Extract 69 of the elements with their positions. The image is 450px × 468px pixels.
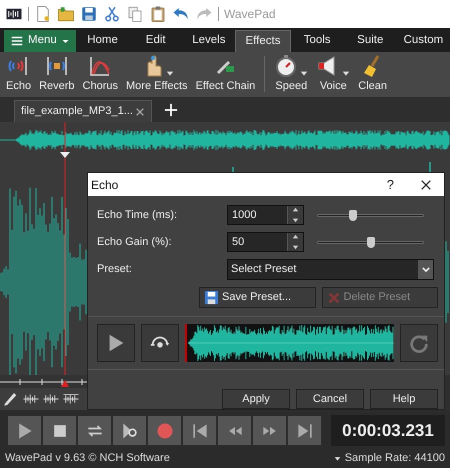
- help-button[interactable]: ?: [386, 174, 394, 194]
- save-preset-button[interactable]: Save Preset...: [199, 287, 316, 308]
- cut-icon[interactable]: [103, 5, 121, 23]
- chevron-down-icon: [422, 266, 430, 273]
- effect-tool-button[interactable]: Reverb: [35, 54, 79, 97]
- spinner-arrows-icon: [287, 206, 303, 224]
- record-icon: [154, 420, 174, 440]
- skip-start-button[interactable]: [182, 415, 217, 446]
- dialog-action-button[interactable]: Cancel: [296, 389, 364, 409]
- scrub-button[interactable]: [112, 415, 147, 446]
- ribbon-tab[interactable]: Custom: [396, 30, 450, 52]
- ribbon-tab[interactable]: Home: [76, 30, 130, 52]
- close-icon[interactable]: [420, 178, 432, 190]
- reverb-icon: [44, 54, 69, 78]
- effect-tool-button[interactable]: Voice: [312, 54, 354, 97]
- preset-dropdown[interactable]: Select Preset: [227, 259, 434, 280]
- stop-button[interactable]: [42, 415, 77, 446]
- field-label: Preset:: [97, 262, 133, 278]
- save-icon: [204, 290, 219, 305]
- save-icon[interactable]: [80, 5, 98, 23]
- folder-icon[interactable]: [57, 5, 75, 23]
- caret-icon: [166, 70, 174, 78]
- ribbon-tab[interactable]: Effects: [235, 30, 291, 52]
- caret-icon: [300, 70, 308, 78]
- bypass-toggle-button[interactable]: [141, 324, 179, 362]
- version-text: WavePad v 9.63 © NCH Software: [5, 450, 170, 466]
- ribbon-tab[interactable]: Edit: [129, 30, 182, 52]
- slider-thumb[interactable]: [348, 210, 357, 220]
- menu-button[interactable]: Menu: [4, 30, 76, 52]
- copy-icon[interactable]: [126, 5, 144, 23]
- record-button[interactable]: [147, 415, 182, 446]
- skip-end-button[interactable]: [287, 415, 322, 446]
- speed-icon: [274, 54, 298, 78]
- ribbon-tab[interactable]: Suite: [344, 30, 397, 52]
- delete-icon: [326, 290, 340, 304]
- loop-button[interactable]: [77, 415, 112, 446]
- ribbon-tab[interactable]: Tools: [290, 30, 344, 52]
- dialog-action-button[interactable]: Help: [370, 389, 438, 409]
- number-field[interactable]: 50: [227, 232, 304, 252]
- field-label: Echo Time (ms):: [97, 208, 178, 223]
- field-label: Echo Gain (%):: [97, 234, 173, 250]
- effect-tool-button[interactable]: Speed: [270, 54, 312, 97]
- caret-icon[interactable]: [334, 454, 341, 462]
- effect-tool-button[interactable]: Echo: [2, 54, 36, 97]
- fast-forward-button[interactable]: [252, 415, 287, 446]
- caret-icon: [342, 70, 350, 78]
- menu-icon: [10, 34, 24, 48]
- time-display: 0:00:03.231: [331, 415, 445, 446]
- add-tab-icon: [164, 103, 178, 117]
- dialog-title: Echo: [91, 176, 118, 194]
- preview-play-button[interactable]: [97, 324, 135, 362]
- effect-tool-button[interactable]: Chorus: [78, 54, 122, 97]
- number-field[interactable]: 1000: [227, 205, 304, 225]
- ribbon-tab[interactable]: Levels: [182, 30, 236, 52]
- effect-tool-button[interactable]: Clean: [354, 54, 392, 97]
- sample-rate-text: Sample Rate: 44100: [344, 450, 445, 466]
- app-title: WavePad: [224, 6, 276, 23]
- effect-tool-button[interactable]: More Effects: [122, 54, 192, 97]
- clipboard-icon[interactable]: [149, 5, 167, 23]
- file-tab[interactable]: file_example_MP3_1...: [14, 100, 152, 122]
- reset-button[interactable]: [400, 324, 438, 362]
- chorus-icon: [88, 54, 112, 78]
- effect-tool-button[interactable]: Effect Chain: [192, 54, 260, 97]
- dialog-action-button[interactable]: Apply: [222, 389, 290, 409]
- play-button[interactable]: [7, 415, 42, 446]
- slider-thumb[interactable]: [366, 236, 374, 248]
- rewind-button[interactable]: [217, 415, 252, 446]
- spinner-arrows-icon: [287, 233, 303, 251]
- close-icon: [135, 106, 145, 116]
